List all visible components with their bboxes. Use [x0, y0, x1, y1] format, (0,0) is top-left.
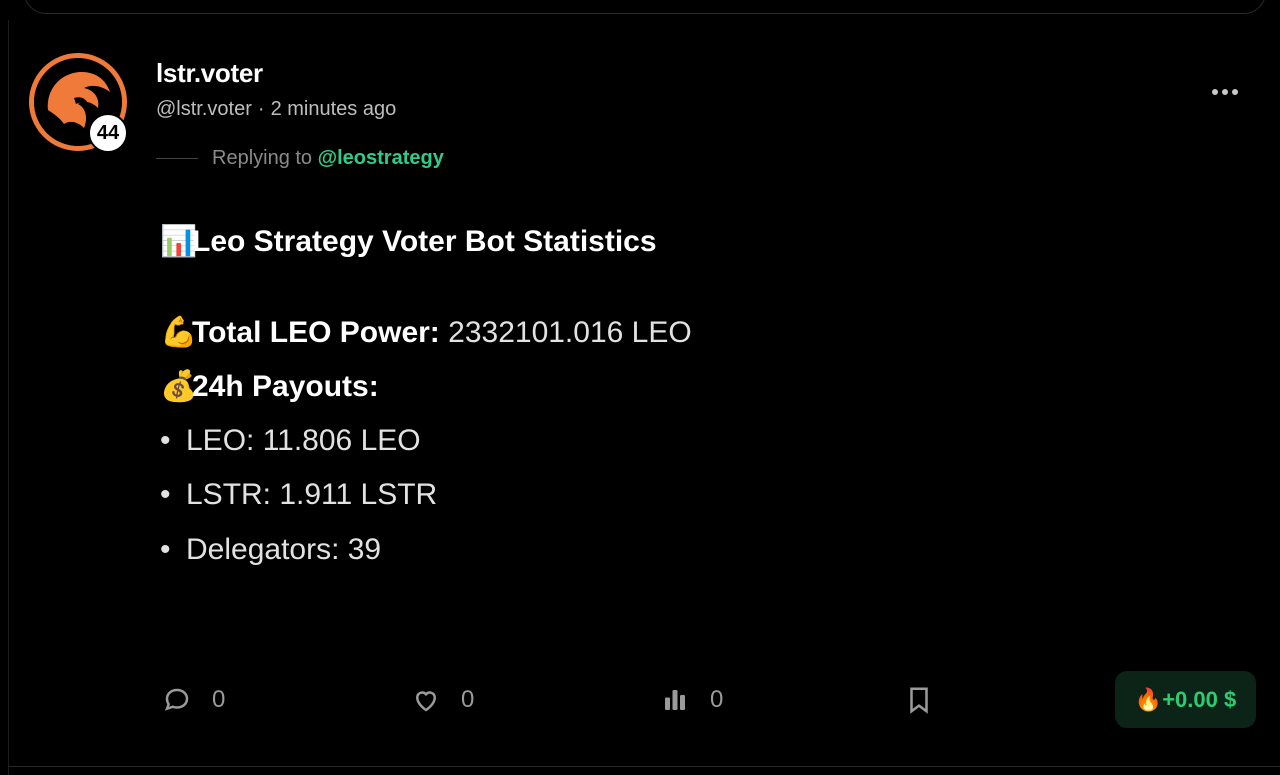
views-button[interactable]: 0 [660, 682, 723, 718]
like-count: 0 [461, 686, 475, 713]
heart-icon [415, 691, 437, 712]
payouts-heading: 💰24h Payouts: [160, 369, 379, 404]
payout-item-text: LEO: 11.806 LEO [186, 424, 421, 457]
bar-chart-icon [665, 690, 685, 710]
bar-chart-emoji-icon: 📊 [160, 225, 198, 258]
payout-item-text: Delegators: 39 [186, 533, 382, 566]
reputation-badge: 44 [88, 113, 128, 153]
replying-to-link[interactable]: @leostrategy [318, 147, 444, 169]
previous-post-card[interactable] [24, 0, 1266, 14]
post-title-text: Leo Strategy Voter Bot Statistics [192, 225, 657, 258]
total-power-line: 💪Total LEO Power: 2332101.016 LEO [160, 315, 692, 350]
post-divider [8, 766, 1280, 767]
bookmark-icon [910, 687, 928, 714]
payout-item-text: LSTR: 1.911 LSTR [186, 478, 438, 511]
payouts-label: 24h Payouts: [192, 370, 379, 403]
more-horizontal-icon[interactable] [1212, 86, 1242, 98]
comment-count: 0 [212, 686, 226, 713]
like-button[interactable]: 0 [411, 682, 474, 718]
thread-divider [8, 20, 9, 775]
comment-button[interactable]: 0 [162, 682, 225, 718]
payout-item-lstr: • LSTR: 1.911 LSTR [160, 478, 438, 511]
comment-bubble-icon [164, 688, 189, 711]
tip-button[interactable]: 🔥+0.00 $ [1115, 671, 1256, 728]
total-power-value: 2332101.016 LEO [448, 316, 692, 349]
money-bag-emoji-icon: 💰 [160, 370, 198, 403]
replying-prefix: Replying to [212, 147, 313, 169]
reply-connector [156, 158, 198, 159]
post-time[interactable]: 2 minutes ago [271, 98, 397, 120]
total-power-label: Total LEO Power: [192, 316, 440, 349]
author-handle[interactable]: @lstr.voter [156, 98, 252, 120]
meta-separator: · [257, 98, 265, 120]
flexed-biceps-emoji-icon: 💪 [160, 316, 198, 349]
post-title: 📊Leo Strategy Voter Bot Statistics [160, 224, 657, 259]
replying-to: Replying to @leostrategy [212, 147, 444, 170]
bookmark-button[interactable] [906, 682, 932, 718]
author-name[interactable]: lstr.voter [156, 58, 263, 89]
payout-item-delegators: • Delegators: 39 [160, 533, 382, 566]
payout-item-leo: • LEO: 11.806 LEO [160, 424, 421, 457]
views-count: 0 [710, 686, 724, 713]
post-meta: @lstr.voter · 2 minutes ago [156, 98, 396, 121]
